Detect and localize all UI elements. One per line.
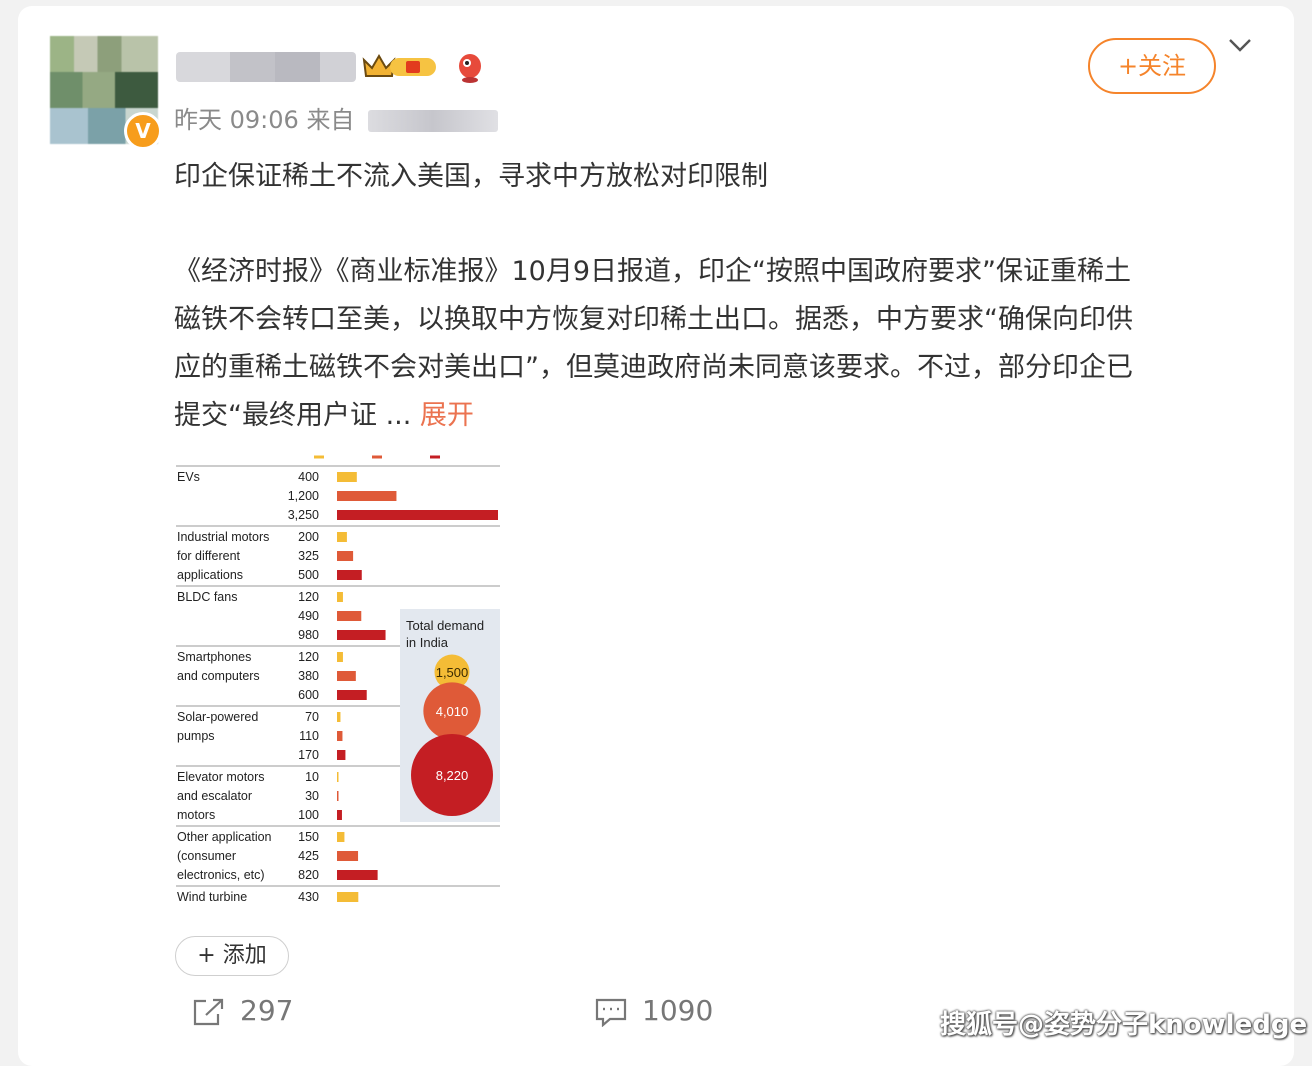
chart-svg: EVs 400 1,200 3,250 Industrial motors for dif… <box>176 455 500 904</box>
category-label: Elevator motors <box>177 770 265 784</box>
category-label: electronics, etc) <box>177 868 265 882</box>
verified-badge-icon: V <box>124 112 162 150</box>
category-label: motors <box>177 808 215 822</box>
category-label: applications <box>177 568 243 582</box>
post-source-blurred <box>368 110 499 132</box>
add-button[interactable]: + 添加 <box>175 936 289 976</box>
bar <box>337 870 378 880</box>
category-label: for different <box>177 549 241 563</box>
value-label: 120 <box>298 650 319 664</box>
comment-count: 1090 <box>642 994 714 1027</box>
post-source-label: 来自 <box>306 106 355 134</box>
repost-icon <box>193 998 224 1026</box>
vip-crown-icon <box>362 54 436 77</box>
value-label: 70 <box>305 710 319 724</box>
category-label: and escalator <box>177 789 252 803</box>
bar <box>337 712 341 722</box>
bar <box>337 671 356 681</box>
bar <box>337 750 346 760</box>
category-label: EVs <box>177 470 200 484</box>
bar <box>337 832 345 842</box>
bar <box>337 491 397 501</box>
bar <box>337 791 339 801</box>
value-label: 820 <box>298 868 319 882</box>
watermark: 搜狐号@姿势分子knowledge <box>940 1010 1308 1040</box>
value-label: 3,250 <box>288 508 319 522</box>
value-label: 400 <box>298 470 319 484</box>
category-label: Wind turbine <box>177 890 247 904</box>
category-label: pumps <box>177 729 215 743</box>
bar <box>337 690 367 700</box>
post-body-line: 磁铁不会转口至美，以换取中方恢复对印稀土出口。据悉，中方要求“确保向印供 <box>174 304 1133 335</box>
bar <box>337 570 362 580</box>
bar <box>337 551 354 561</box>
value-label: 425 <box>298 849 319 863</box>
bar <box>337 652 343 662</box>
follow-button[interactable]: +关注 <box>1088 38 1216 94</box>
value-label: 100 <box>298 808 319 822</box>
category-label: Other application <box>177 830 272 844</box>
category-label: Smartphones <box>177 650 251 664</box>
post-body-line: 《经济时报》《商业标准报》10月9日报道，印企“按照中国政府要求”保证重稀土 <box>174 256 1132 287</box>
total-demand-value: 8,220 <box>436 768 469 783</box>
value-label: 170 <box>298 748 319 762</box>
bar <box>337 472 357 482</box>
username-blurred[interactable] <box>176 52 356 82</box>
bar <box>337 810 342 820</box>
value-label: 600 <box>298 688 319 702</box>
category-label: Solar-powered <box>177 710 258 724</box>
value-label: 30 <box>305 789 319 803</box>
post-body-line: 应的重稀土磁铁不会对美出口”，但莫迪政府尚未同意该要求。不过，部分印企已 <box>174 352 1133 383</box>
bar <box>337 630 386 640</box>
bar <box>337 611 362 621</box>
bar <box>337 731 343 741</box>
total-demand-value: 4,010 <box>436 704 469 719</box>
value-label: 10 <box>305 770 319 784</box>
comment-action[interactable]: 1090 <box>594 994 714 1028</box>
category-label: and computers <box>177 669 260 683</box>
repost-count: 297 <box>240 994 294 1027</box>
value-label: 380 <box>298 669 319 683</box>
value-label: 150 <box>298 830 319 844</box>
post-body-line: 提交“最终用户证 ... 展开 <box>174 392 1250 440</box>
value-label: 430 <box>298 890 319 904</box>
total-demand-title: Total demand <box>406 618 484 633</box>
post-body: 《经济时报》《商业标准报》10月9日报道，印企“按照中国政府要求”保证重稀土 磁… <box>174 248 1250 440</box>
category-label: Industrial motors <box>177 530 269 544</box>
total-demand-value: 1,500 <box>436 665 469 680</box>
category-label: (consumer <box>177 849 236 863</box>
total-demand-title: in India <box>406 635 449 650</box>
value-label: 490 <box>298 609 319 623</box>
post-time[interactable]: 昨天 09:06 <box>174 106 299 134</box>
value-label: 1,200 <box>288 489 319 503</box>
bar <box>337 851 359 861</box>
bar <box>337 892 359 902</box>
value-label: 980 <box>298 628 319 642</box>
mascot-icon <box>459 54 481 83</box>
value-label: 200 <box>298 530 319 544</box>
bar <box>337 592 343 602</box>
repost-action[interactable]: 297 <box>192 994 293 1027</box>
post-meta: 昨天 09:06 来自 <box>174 100 499 135</box>
value-label: 120 <box>298 590 319 604</box>
post-headline: 印企保证稀土不流入美国，寻求中方放松对印限制 <box>174 161 768 192</box>
category-label: BLDC fans <box>177 590 237 604</box>
bar <box>337 532 347 542</box>
comment-icon <box>595 998 627 1028</box>
post-body-line-text: 提交“最终用户证 ... <box>174 400 420 431</box>
value-label: 110 <box>299 729 319 743</box>
bar <box>337 510 498 520</box>
value-label: 500 <box>298 568 319 582</box>
value-label: 325 <box>298 549 319 563</box>
chevron-down-icon[interactable] <box>1226 36 1254 56</box>
expand-link[interactable]: 展开 <box>420 400 474 431</box>
bar <box>337 772 339 782</box>
post-image-chart[interactable]: EVs 400 1,200 3,250 Industrial motors for dif… <box>174 452 502 910</box>
